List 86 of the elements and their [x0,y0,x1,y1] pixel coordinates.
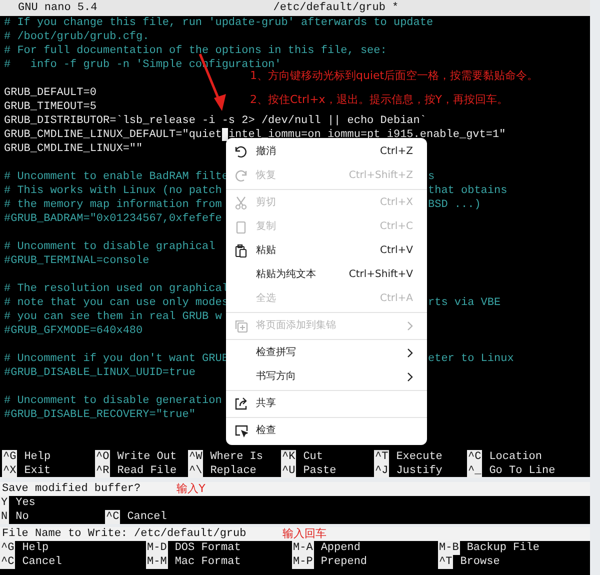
shortcut-key: ^O [95,450,110,464]
menu-item[interactable]: 检查 [226,419,427,443]
menu-item[interactable]: 粘贴为纯文本 Ctrl+Shift+V [226,263,427,287]
code-line: # This works with Linux (no patch [4,184,222,198]
annotation: 1、方向键移动光标到quiet后面空一格，按需要黏贴命令。 [250,69,538,83]
shortcut-label: Replace [210,464,256,478]
shortcut-key: ^R [95,464,110,478]
shortcut-key: ^G [2,450,18,464]
code-line: BSD ...) [428,198,481,212]
code-line: GRUB_TIMEOUT=5 [4,100,96,114]
code-line: #GRUB_GFXMODE=640x480 [4,324,143,338]
code-line: # the memory map information from [4,198,222,212]
shortcut-label: Exit [24,464,51,478]
shortcut-key: M-B [438,541,460,555]
shortcut-key: M-D [146,541,168,555]
shortcut-key: Y [0,496,9,510]
shortcut-key: ^G [0,541,16,555]
code-line: GRUB_DEFAULT=0 [4,86,96,100]
code-line: # The resolution used on graphical [4,282,228,296]
code-line: GRUB_CMDLINE_LINUX_DEFAULT="quiet [4,128,222,142]
shortcut-label: Execute [396,450,442,464]
shortcut-label: Backup File [466,541,540,555]
menu-item[interactable]: 共享 [226,392,427,416]
code-line: GRUB_CMDLINE_LINUX="" [4,142,143,156]
prompt-text: File Name to Write: /etc/default/grub [2,527,246,541]
prompt-text: Save modified buffer? [2,482,141,496]
shortcut-key: ^C [467,450,482,464]
shortcut-label: Cancel [127,510,167,524]
annotation: 输入Y [176,482,206,496]
shortcut-label: DOS Format [174,541,241,555]
shortcut-key: M-P [292,555,314,569]
shortcut-key: ^T [438,555,454,569]
shortcut-label: No [16,510,29,524]
shortcut-label: Help [24,450,51,464]
annotation: 输入回车 [282,527,326,541]
shortcut-label: Location [489,450,542,464]
shortcut-label: Yes [16,496,36,510]
menu-item[interactable]: 检查拼写 [226,341,427,365]
code-line: s [428,170,435,184]
shortcut-key: ^U [281,464,296,478]
app-title: GNU nano 5.4 [18,1,98,16]
shortcut-label: Cancel [22,555,62,569]
code-line: intel_iommu=on iommu=pt i915.enable_gvt=1" [228,128,506,142]
shortcut-label: Cut [303,450,324,464]
code-line: #GRUB_DISABLE_LINUX_UUID=true [4,366,196,380]
shortcut-key: ^\ [188,464,204,478]
shortcut-key: ^K [281,450,296,464]
code-line: #GRUB_DISABLE_RECOVERY="true" [4,408,196,422]
shortcut-key: ^J [374,464,390,478]
code-line: # /boot/grub/grub.cfg. [4,30,150,44]
shortcut-label: Go To Line [489,464,556,478]
code-line: #GRUB_TERMINAL=console [4,254,150,268]
shortcut-key: M-A [292,541,314,555]
shortcut-key: ^_ [467,464,482,478]
code-line: # If you change this file, run 'update-grub' afterwards to update [4,16,434,30]
annotation: 2、按住Ctrl+x，退出。提示信息，按Y，再按回车。 [250,93,508,107]
shortcut-key: M-M [146,555,168,569]
shortcut-key: ^T [374,450,390,464]
shortcut-label: Prepend [320,555,368,569]
code-line: # you can see them in real GRUB w [4,310,222,324]
code-line: that obtains [428,184,508,198]
code-line: rts via VBE [428,296,501,310]
shortcut-key: ^W [188,450,204,464]
shortcut-key: ^C [105,510,120,524]
menu-item[interactable]: 撤消 Ctrl+Z [226,140,427,164]
menu-item[interactable]: 粘贴 Ctrl+V [226,239,427,263]
shortcut-label: Append [320,541,360,555]
code-line: eter to Linux [428,352,514,366]
shortcut-label: Read File [117,464,177,478]
shortcut-label: Where Is [210,450,264,464]
shortcut-label: Justify [396,464,442,478]
shortcut-key: ^C [0,555,16,569]
code-line: GRUB_DISTRIBUTOR=`lsb_release -i -s 2> /dev/null || echo Debian` [4,114,426,128]
code-line: # For full documentation of the options in this file, see: [4,44,387,58]
shortcut-label: Mac Format [174,555,241,569]
code-line: # Uncomment to disable graphical [4,240,216,254]
code-line: #GRUB_BADRAM="0x01234567,0xfefefe [4,212,222,226]
code-line: # Uncomment to disable generation [4,394,222,408]
shortcut-label: Write Out [117,450,177,464]
shortcut-key: ^X [2,464,18,478]
shortcut-key: N [0,510,9,524]
file-title: /etc/default/grub * [273,1,399,16]
shortcut-label: Help [22,541,49,555]
menu-item[interactable]: 书写方向 [226,365,427,389]
shortcut-label: Paste [303,464,336,478]
shortcut-label: Browse [460,555,500,569]
